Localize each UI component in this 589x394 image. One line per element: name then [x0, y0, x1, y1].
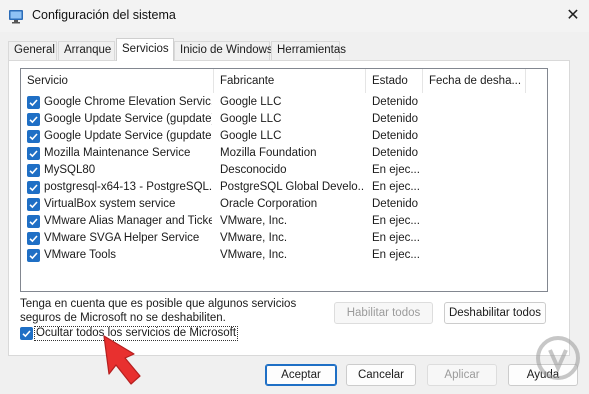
service-name-cell: MySQL80	[44, 164, 96, 176]
ok-button[interactable]: Aceptar	[265, 364, 337, 386]
manufacturer-cell: VMware, Inc.	[220, 249, 288, 261]
service-name-cell: VirtualBox system service	[44, 198, 176, 210]
row-checkbox[interactable]	[27, 96, 40, 109]
status-cell: En ejec...	[372, 181, 420, 193]
column-header-servicio[interactable]: Servicio	[21, 69, 214, 93]
table-row[interactable]: VMware Tools VMware, Inc. En ejec...	[21, 247, 547, 264]
service-name-cell: VMware Alias Manager and Ticke...	[44, 215, 212, 227]
status-cell: Detenido	[372, 130, 419, 142]
row-checkbox[interactable]	[27, 113, 40, 126]
microsoft-services-note: Tenga en cuenta que es posible que algun…	[20, 297, 320, 325]
tab-arranque[interactable]: Arranque	[58, 41, 115, 60]
status-cell: En ejec...	[372, 249, 420, 261]
row-checkbox[interactable]	[27, 215, 40, 228]
status-cell: Detenido	[372, 198, 419, 210]
manufacturer-cell: VMware, Inc.	[220, 232, 288, 244]
row-checkbox[interactable]	[27, 164, 40, 177]
column-header-fabricante[interactable]: Fabricante	[214, 69, 366, 93]
manufacturer-cell: Google LLC	[220, 130, 282, 142]
checkbox-checked-icon[interactable]	[20, 327, 33, 340]
column-header-fecha[interactable]: Fecha de desha...	[423, 69, 526, 93]
red-arrow-icon	[103, 335, 141, 385]
manufacturer-cell: Google LLC	[220, 113, 282, 125]
enable-all-button[interactable]: Habilitar todos	[334, 302, 433, 324]
status-cell: En ejec...	[372, 232, 420, 244]
status-cell: Detenido	[372, 113, 419, 125]
service-name-cell: VMware Tools	[44, 249, 117, 261]
watermark-logo	[536, 336, 580, 380]
service-name-cell: Mozilla Maintenance Service	[44, 147, 191, 159]
table-row[interactable]: postgresql-x64-13 - PostgreSQL... Postgre…	[21, 179, 547, 196]
close-icon[interactable]: ✕	[557, 0, 589, 32]
status-cell: En ejec...	[372, 164, 420, 176]
note-line-2: seguros de Microsoft no se deshabiliten.	[20, 312, 226, 324]
tab-inicio-de-windows[interactable]: Inicio de Windows	[174, 41, 273, 60]
manufacturer-cell: VMware, Inc.	[220, 215, 288, 227]
column-header-estado[interactable]: Estado	[366, 69, 423, 93]
row-checkbox[interactable]	[27, 130, 40, 143]
row-checkbox[interactable]	[27, 232, 40, 245]
table-row[interactable]: VMware Alias Manager and Ticke... VMware,…	[21, 213, 547, 230]
service-name-cell: Google Chrome Elevation Servic...	[44, 96, 212, 108]
row-checkbox[interactable]	[27, 181, 40, 194]
manufacturer-cell: PostgreSQL Global Develo...	[220, 181, 365, 193]
row-checkbox[interactable]	[27, 198, 40, 211]
service-name-cell: Google Update Service (gupdate)	[44, 113, 212, 125]
service-name-cell: VMware SVGA Helper Service	[44, 232, 200, 244]
services-list[interactable]: Servicio Fabricante Estado Fecha de desh…	[20, 68, 548, 292]
table-row[interactable]: Mozilla Maintenance Service Mozilla Found…	[21, 145, 547, 162]
tab-servicios[interactable]: Servicios	[116, 38, 174, 61]
app-icon	[9, 10, 23, 24]
note-line-1: Tenga en cuenta que es posible que algun…	[20, 298, 297, 310]
table-row[interactable]: Google Update Service (gupdate) Google LL…	[21, 111, 547, 128]
tab-general[interactable]: General	[8, 41, 57, 60]
table-row[interactable]: VMware SVGA Helper Service VMware, Inc. En…	[21, 230, 547, 247]
service-name-cell: Google Update Service (gupdatem)	[44, 130, 212, 142]
table-row[interactable]: MySQL80 Desconocido En ejec...	[21, 162, 547, 179]
table-row[interactable]: Google Chrome Elevation Servic... Google …	[21, 94, 547, 111]
status-cell: Detenido	[372, 96, 419, 108]
manufacturer-cell: Mozilla Foundation	[220, 147, 317, 159]
tab-herramientas[interactable]: Herramientas	[271, 41, 346, 60]
status-cell: En ejec...	[372, 215, 420, 227]
list-header: Servicio Fabricante Estado Fecha de desh…	[21, 69, 547, 93]
cancel-button[interactable]: Cancelar	[346, 364, 416, 386]
status-cell: Detenido	[372, 147, 419, 159]
title-bar: Configuración del sistema ✕	[0, 0, 589, 32]
row-checkbox[interactable]	[27, 147, 40, 160]
manufacturer-cell: Oracle Corporation	[220, 198, 318, 210]
table-row[interactable]: VirtualBox system service Oracle Corporat…	[21, 196, 547, 213]
manufacturer-cell: Desconocido	[220, 164, 287, 176]
service-name-cell: postgresql-x64-13 - PostgreSQL...	[44, 181, 212, 193]
row-checkbox[interactable]	[27, 249, 40, 262]
window-title: Configuración del sistema	[32, 8, 176, 22]
table-row[interactable]: Google Update Service (gupdatem) Google L…	[21, 128, 547, 145]
disable-all-button[interactable]: Deshabilitar todos	[444, 302, 546, 324]
manufacturer-cell: Google LLC	[220, 96, 282, 108]
apply-button[interactable]: Aplicar	[427, 364, 497, 386]
